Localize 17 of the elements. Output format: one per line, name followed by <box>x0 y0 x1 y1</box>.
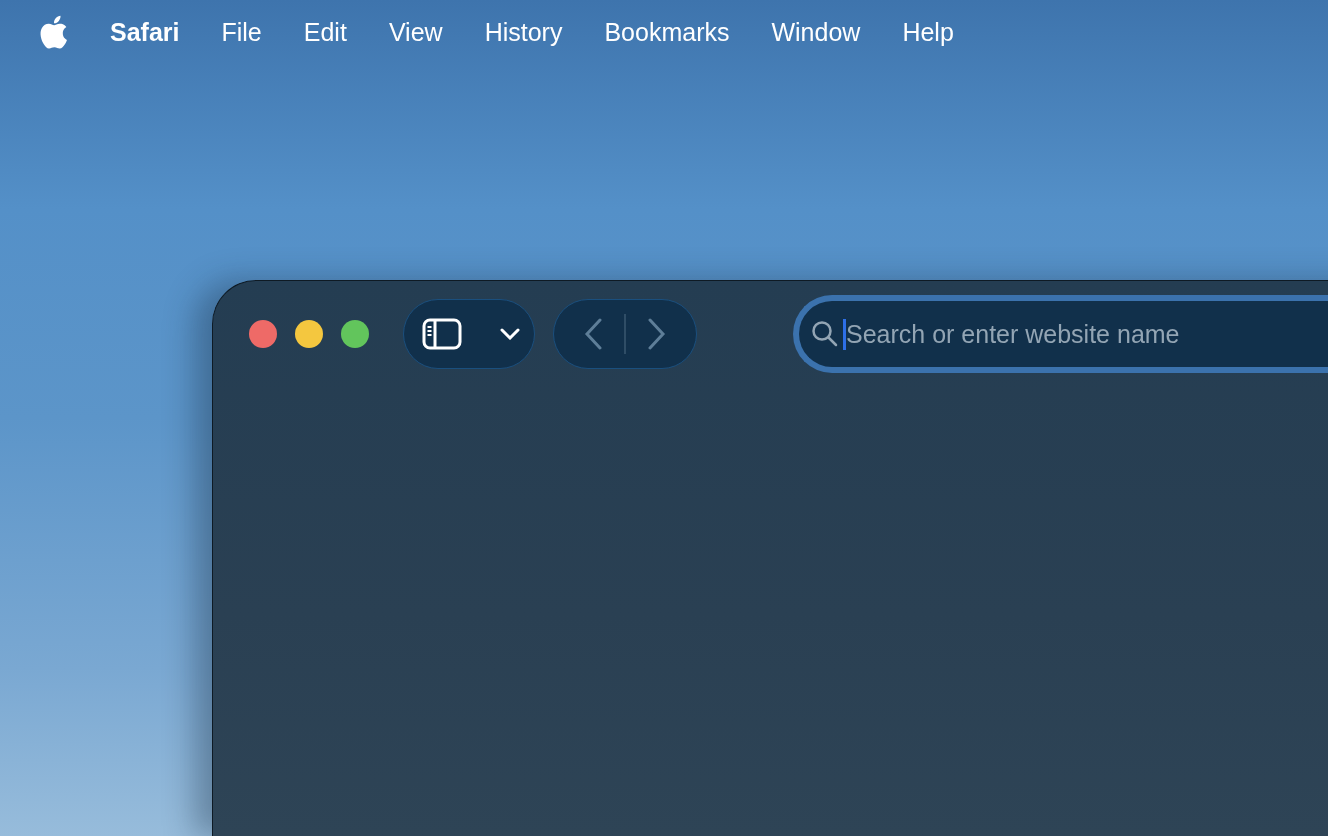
chevron-left-icon <box>584 318 603 350</box>
window-control-button[interactable] <box>341 320 369 348</box>
app-menu[interactable]: Safari <box>110 17 180 47</box>
address-input[interactable]: Search or enter website name <box>843 318 1328 350</box>
menu-item[interactable]: History <box>484 17 563 47</box>
menu-item[interactable]: Edit <box>303 17 347 47</box>
menu-item[interactable]: Help <box>902 17 954 47</box>
search-icon <box>811 320 839 348</box>
window-control-button[interactable] <box>249 320 277 348</box>
menu-item[interactable]: File <box>221 17 262 47</box>
window-control-button[interactable] <box>295 320 323 348</box>
address-bar[interactable]: Search or enter website name <box>793 295 1328 373</box>
chevron-right-icon <box>647 318 666 350</box>
menu-item[interactable]: Window <box>771 17 861 47</box>
menu-item[interactable]: View <box>388 17 443 47</box>
menu-item[interactable]: Bookmarks <box>604 17 730 47</box>
apple-logo-icon[interactable] <box>38 15 68 49</box>
